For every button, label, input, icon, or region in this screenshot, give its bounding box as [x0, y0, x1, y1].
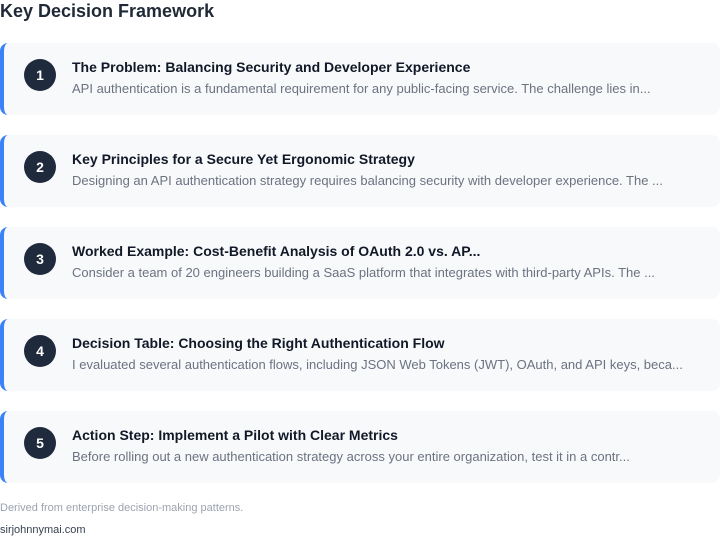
step-title: The Problem: Balancing Security and Deve… [72, 59, 471, 75]
step-description: I evaluated several authentication flows… [72, 357, 683, 372]
step-title: Decision Table: Choosing the Right Authe… [72, 335, 445, 351]
footer-note: Derived from enterprise decision-making … [0, 502, 244, 514]
step-number-badge: 5 [24, 427, 56, 459]
decision-framework-page: Key Decision Framework 1 The Problem: Ba… [0, 0, 720, 537]
step-card-3: 3 Worked Example: Cost-Benefit Analysis … [0, 227, 720, 299]
steps-list: 1 The Problem: Balancing Security and De… [0, 43, 720, 503]
page-title: Key Decision Framework [0, 1, 215, 21]
step-card-2: 2 Key Principles for a Secure Yet Ergono… [0, 135, 720, 207]
step-number-badge: 4 [24, 335, 56, 367]
step-number-badge: 3 [24, 243, 56, 275]
step-number-badge: 2 [24, 151, 56, 183]
step-card-4: 4 Decision Table: Choosing the Right Aut… [0, 319, 720, 391]
step-card-1: 1 The Problem: Balancing Security and De… [0, 43, 720, 115]
step-title: Key Principles for a Secure Yet Ergonomi… [72, 151, 415, 167]
step-title: Action Step: Implement a Pilot with Clea… [72, 427, 398, 443]
step-description: Before rolling out a new authentication … [72, 449, 630, 464]
step-description: Consider a team of 20 engineers building… [72, 265, 655, 280]
step-card-5: 5 Action Step: Implement a Pilot with Cl… [0, 411, 720, 483]
step-description: Designing an API authentication strategy… [72, 173, 663, 188]
step-number-badge: 1 [24, 59, 56, 91]
footer-site-name: sirjohnnymai.com [0, 524, 86, 536]
step-title: Worked Example: Cost-Benefit Analysis of… [72, 243, 481, 259]
step-description: API authentication is a fundamental requ… [72, 81, 651, 96]
